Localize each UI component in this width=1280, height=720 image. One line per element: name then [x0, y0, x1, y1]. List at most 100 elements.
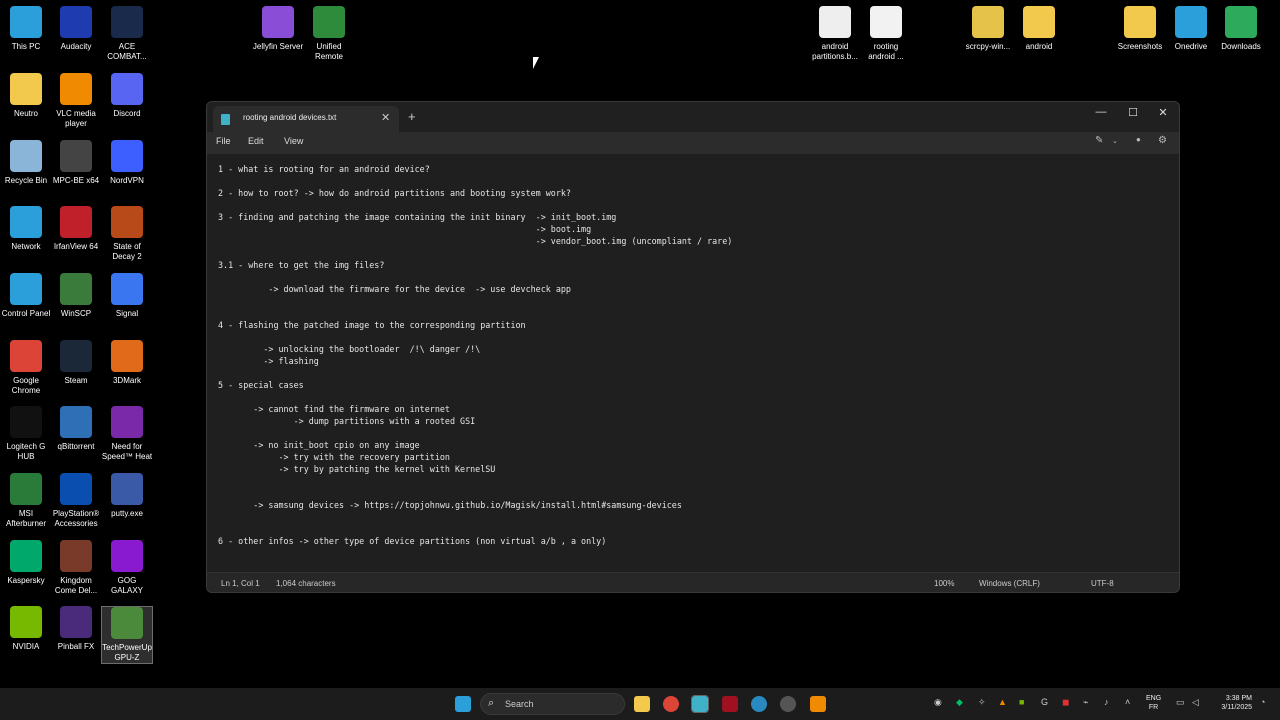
desktop-icon[interactable]: Recycle Bin: [0, 140, 52, 186]
state-of-decay-icon: [111, 206, 143, 238]
network-icon[interactable]: ▭: [1176, 697, 1185, 708]
msi-tray-icon[interactable]: ◼: [1062, 697, 1069, 708]
desktop-icon[interactable]: Downloads: [1215, 6, 1267, 52]
desktop-icon[interactable]: Control Panel: [0, 273, 52, 319]
desktop-icon[interactable]: android partitions.b...: [809, 6, 861, 62]
desktop-icon[interactable]: State of Decay 2: [101, 206, 153, 262]
desktop-icon[interactable]: qBittorrent: [50, 406, 102, 452]
desktop-icon[interactable]: Onedrive: [1165, 6, 1217, 52]
zip-folder-icon: [972, 6, 1004, 38]
notification-bell-icon[interactable]: ◔: [1260, 697, 1265, 707]
menu-edit[interactable]: Edit: [248, 136, 264, 146]
microphone-icon[interactable]: ♪: [1104, 697, 1109, 707]
desktop-icon[interactable]: Steam: [50, 340, 102, 386]
ace-combat-icon: [111, 6, 143, 38]
desktop-icon[interactable]: 3DMark: [101, 340, 153, 386]
taskbar-search[interactable]: ⌕ Search: [480, 693, 625, 715]
desktop-icon[interactable]: Logitech G HUB: [0, 406, 52, 462]
usb-icon[interactable]: ⌁: [1083, 697, 1088, 708]
close-window-button[interactable]: ✕: [1153, 106, 1173, 119]
desktop-icon[interactable]: Neutro: [0, 73, 52, 119]
text-line: 2 - how to root? -> how do android parti…: [218, 188, 571, 198]
desktop-icon[interactable]: Google Chrome: [0, 340, 52, 396]
desktop-icon[interactable]: Network: [0, 206, 52, 252]
app-taskbar-icon[interactable]: [722, 696, 738, 712]
text-line: 6 - other infos -> other type of device …: [218, 536, 607, 546]
text-editor[interactable]: 1 - what is rooting for an android devic…: [207, 154, 1179, 572]
minimize-button[interactable]: —: [1091, 106, 1111, 118]
desktop-icon-label: PlayStation® Accessories: [52, 509, 100, 528]
clock-time: 3:38 PM: [1225, 695, 1252, 702]
desktop-icon[interactable]: TechPowerUp GPU-Z: [101, 606, 153, 664]
desktop-icon[interactable]: WinSCP: [50, 273, 102, 319]
desktop-icon[interactable]: Kaspersky: [0, 540, 52, 586]
chevron-down-icon[interactable]: ⌄: [1112, 137, 1118, 145]
steam-taskbar-icon[interactable]: [780, 696, 796, 712]
desktop-icon[interactable]: IrfanView 64: [50, 206, 102, 252]
menu-view[interactable]: View: [284, 136, 303, 146]
nvidia-tray-icon[interactable]: ■: [1019, 697, 1024, 707]
desktop-icon[interactable]: VLC media player: [50, 73, 102, 129]
zoom-level[interactable]: 100%: [934, 579, 954, 588]
language-indicator[interactable]: ENG FR: [1146, 694, 1161, 712]
language-code: ENG: [1146, 695, 1162, 702]
browser-taskbar-icon[interactable]: [751, 696, 767, 712]
desktop-icon[interactable]: Unified Remote: [303, 6, 355, 62]
file-explorer-icon[interactable]: [634, 696, 650, 712]
desktop-icon[interactable]: putty.exe: [101, 473, 153, 519]
desktop-icon-label: TechPowerUp GPU-Z: [102, 643, 152, 662]
putty-icon: [111, 473, 143, 505]
desktop-icon[interactable]: Audacity: [50, 6, 102, 52]
chevron-up-icon[interactable]: ˄: [1125, 697, 1130, 707]
desktop-icon[interactable]: ACE COMBAT...: [101, 6, 153, 62]
tray-icon-1[interactable]: ◉: [934, 697, 942, 708]
vlc-tray-icon[interactable]: ▲: [998, 697, 1007, 707]
unified-remote-icon: [313, 6, 345, 38]
desktop-icon[interactable]: Discord: [101, 73, 153, 119]
desktop-icon-label: State of Decay 2: [112, 242, 142, 261]
tab-active-document[interactable]: rooting android devices.txt ✕: [213, 106, 399, 132]
desktop-icon[interactable]: Jellyfin Server: [252, 6, 304, 52]
desktop-icon[interactable]: Kingdom Come Del...: [50, 540, 102, 596]
text-line: 3 - finding and patching the image conta…: [218, 212, 617, 222]
desktop-icon[interactable]: android: [1013, 6, 1065, 52]
title-bar[interactable]: rooting android devices.txt ✕ + — ☐ ✕: [207, 102, 1179, 132]
desktop-icon[interactable]: MSI Afterburner: [0, 473, 52, 529]
vlc-taskbar-icon[interactable]: [810, 696, 826, 712]
desktop-icon[interactable]: GOG GALAXY: [101, 540, 153, 596]
desktop-icon[interactable]: This PC: [0, 6, 52, 52]
desktop-icon[interactable]: Signal: [101, 273, 153, 319]
desktop-icon[interactable]: NVIDIA: [0, 606, 52, 652]
desktop-icon[interactable]: rooting android ...: [860, 6, 912, 62]
start-windows-icon[interactable]: [455, 696, 471, 712]
tab-close-icon[interactable]: ✕: [381, 111, 390, 124]
desktop-icon[interactable]: NordVPN: [101, 140, 153, 186]
desktop-icon[interactable]: MPC-BE x64: [50, 140, 102, 186]
tray-icon-6[interactable]: G: [1041, 697, 1048, 707]
line-ending[interactable]: Windows (CRLF): [979, 579, 1040, 588]
desktop-icon[interactable]: PlayStation® Accessories: [50, 473, 102, 529]
desktop-icon[interactable]: Need for Speed™ Heat: [101, 406, 153, 462]
desktop-icon-label: Kingdom Come Del...: [54, 576, 98, 595]
text-line: -> boot.img: [218, 224, 592, 234]
text-line: -> vendor_boot.img (uncompliant / rare): [218, 236, 733, 246]
clock[interactable]: 3:38 PM 3/11/2025: [1210, 694, 1252, 712]
copilot-icon[interactable]: ✎: [1095, 135, 1103, 146]
tray-icon-3[interactable]: ✧: [978, 697, 986, 708]
nordvpn-icon: [111, 140, 143, 172]
playstation-icon: [60, 473, 92, 505]
encoding[interactable]: UTF-8: [1091, 579, 1114, 588]
desktop-icon-label: ACE COMBAT...: [107, 42, 147, 61]
maximize-button[interactable]: ☐: [1123, 106, 1143, 119]
chrome-taskbar-icon[interactable]: [663, 696, 679, 712]
notepad-taskbar-icon[interactable]: [691, 695, 709, 713]
menu-file[interactable]: File: [216, 136, 231, 146]
desktop-icon[interactable]: Pinball FX: [50, 606, 102, 652]
desktop-icon[interactable]: scrcpy-win...: [962, 6, 1014, 52]
settings-gear-icon[interactable]: ⚙: [1158, 135, 1167, 146]
volume-icon[interactable]: ◁: [1192, 697, 1199, 708]
desktop-icon[interactable]: Screenshots: [1114, 6, 1166, 52]
kaspersky-tray-icon[interactable]: ◆: [956, 697, 963, 708]
new-tab-button[interactable]: +: [408, 109, 416, 124]
account-icon[interactable]: ●: [1136, 135, 1141, 144]
